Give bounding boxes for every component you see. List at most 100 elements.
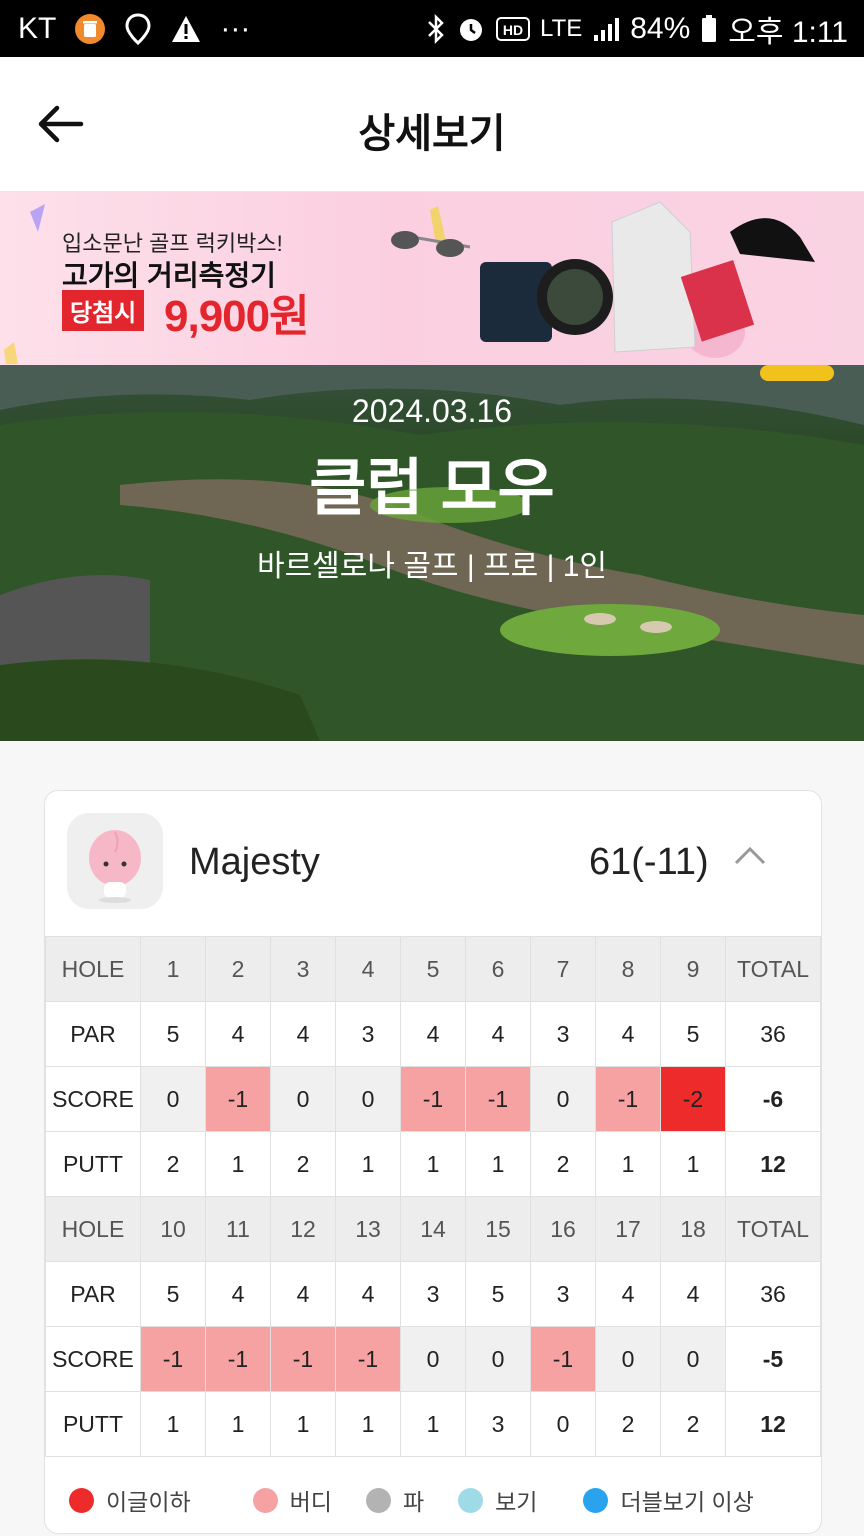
hd-voice-icon: HD: [496, 16, 531, 42]
putt-cell: 1: [335, 1391, 401, 1457]
more-notifications-icon: ···: [220, 11, 251, 45]
hole-number: 8: [595, 936, 661, 1002]
legend-label: 더블보기 이상: [620, 1489, 754, 1515]
par-cell: 5: [140, 1001, 206, 1067]
row-label: HOLE: [45, 936, 141, 1002]
hole-number: 2: [205, 936, 271, 1002]
putt-total: 12: [725, 1391, 821, 1457]
map-pin-icon: [124, 12, 152, 45]
hole-number: 14: [400, 1196, 466, 1262]
player-name: Majesty: [189, 841, 320, 883]
par-total: 36: [725, 1001, 821, 1067]
legend-item: 버디: [252, 1483, 332, 1517]
player-total-score: 61(-11): [589, 841, 709, 883]
level-label: 프로: [483, 550, 539, 583]
scorecard-table: HOLE 1 2 3 4 5 6 7 8 9 TOTAL PAR 5 4 4 3…: [45, 936, 821, 1457]
front-putt-row: PUTT 2 1 2 1 1 1 2 1 1 12: [45, 1131, 821, 1197]
score-cell: 0: [140, 1066, 206, 1132]
hole-number: 10: [140, 1196, 206, 1262]
score-cell: -1: [465, 1066, 531, 1132]
meta-divider: |: [546, 550, 563, 583]
peach-character-icon: [89, 830, 141, 903]
hole-number: 6: [465, 936, 531, 1002]
row-label: SCORE: [45, 1066, 141, 1132]
putt-cell: 1: [205, 1131, 271, 1197]
promo-banner[interactable]: 입소문난 골프 럭키박스! 고가의 거리측정기 당첨시 9,900원: [0, 192, 864, 365]
par-cell: 4: [205, 1261, 271, 1327]
banner-price: 9,900원: [164, 292, 310, 341]
score-cell: -1: [270, 1326, 336, 1392]
row-label: PAR: [45, 1001, 141, 1067]
score-cell: -2: [660, 1066, 726, 1132]
legend-dot-birdie: [252, 1487, 278, 1513]
legend-label: 보기: [495, 1489, 538, 1515]
network-type-label: LTE: [540, 14, 583, 42]
warning-icon: [170, 14, 202, 44]
legend-label: 버디: [289, 1489, 332, 1515]
par-cell: 4: [400, 1001, 466, 1067]
front-score-row: SCORE 0 -1 0 0 -1 -1 0 -1 -2 -6: [45, 1066, 821, 1132]
score-cell: -1: [205, 1066, 271, 1132]
putt-cell: 1: [270, 1391, 336, 1457]
par-cell: 4: [270, 1261, 336, 1327]
legend-label: 파: [402, 1489, 425, 1515]
hole-number: 13: [335, 1196, 401, 1262]
score-cell: 0: [660, 1326, 726, 1392]
putt-cell: 1: [140, 1391, 206, 1457]
legend-dot-bogey: [458, 1487, 484, 1513]
alarm-icon: [456, 14, 486, 44]
back-hole-row: HOLE 10 11 12 13 14 15 16 17 18 TOTAL: [45, 1196, 821, 1262]
par-cell: 4: [595, 1261, 661, 1327]
row-label: PUTT: [45, 1131, 141, 1197]
par-cell: 5: [140, 1261, 206, 1327]
score-cell: -1: [595, 1066, 661, 1132]
legend-label: 이글이하: [106, 1489, 191, 1515]
back-par-row: PAR 5 4 4 4 3 5 3 4 4 36: [45, 1261, 821, 1327]
par-cell: 3: [400, 1261, 466, 1327]
putt-cell: 2: [530, 1131, 596, 1197]
par-cell: 3: [530, 1261, 596, 1327]
svg-text:HD: HD: [503, 22, 523, 38]
trash-app-icon: [74, 13, 106, 45]
hole-number: 9: [660, 936, 726, 1002]
page-title: 상세보기: [358, 112, 506, 156]
app-bar: 상세보기: [0, 57, 864, 192]
score-cell: -1: [530, 1326, 596, 1392]
putt-total: 12: [725, 1131, 821, 1197]
par-cell: 5: [660, 1001, 726, 1067]
putt-cell: 1: [660, 1131, 726, 1197]
course-name: 바르셀로나 골프: [256, 550, 459, 583]
score-cell: -1: [205, 1326, 271, 1392]
score-cell: 0: [595, 1326, 661, 1392]
row-label: SCORE: [45, 1326, 141, 1392]
par-cell: 4: [595, 1001, 661, 1067]
signal-icon: [592, 15, 620, 43]
round-date: 2024.03.16: [351, 393, 513, 429]
score-legend: 이글이하 버디 파 보기 더블보기 이상: [45, 1467, 821, 1533]
banner-badge: 당첨시: [62, 290, 145, 331]
score-total: -6: [725, 1066, 821, 1132]
putt-cell: 2: [140, 1131, 206, 1197]
collapse-button[interactable]: [733, 843, 767, 872]
battery-percent: 84%: [630, 11, 691, 45]
hole-number: 5: [400, 936, 466, 1002]
score-cell: -1: [400, 1066, 466, 1132]
putt-cell: 3: [465, 1391, 531, 1457]
score-cell: 0: [400, 1326, 466, 1392]
carrier-label: KT: [18, 11, 57, 45]
score-cell: -1: [140, 1326, 206, 1392]
score-cell: 0: [465, 1326, 531, 1392]
front-hole-row: HOLE 1 2 3 4 5 6 7 8 9 TOTAL: [45, 936, 821, 1002]
par-cell: 3: [530, 1001, 596, 1067]
status-bar: KT ··· HD LTE 84% 오후 1:11: [0, 0, 864, 57]
putt-cell: 2: [270, 1131, 336, 1197]
front-par-row: PAR 5 4 4 3 4 4 3 4 5 36: [45, 1001, 821, 1067]
back-putt-row: PUTT 1 1 1 1 1 3 0 2 2 12: [45, 1391, 821, 1457]
putt-cell: 1: [595, 1131, 661, 1197]
player-header[interactable]: Majesty 61(-11): [45, 791, 821, 936]
legend-dot-eagle: [69, 1487, 94, 1513]
score-cell: 0: [270, 1066, 336, 1132]
putt-cell: 1: [205, 1391, 271, 1457]
score-cell: 0: [335, 1066, 401, 1132]
putt-cell: 2: [595, 1391, 661, 1457]
